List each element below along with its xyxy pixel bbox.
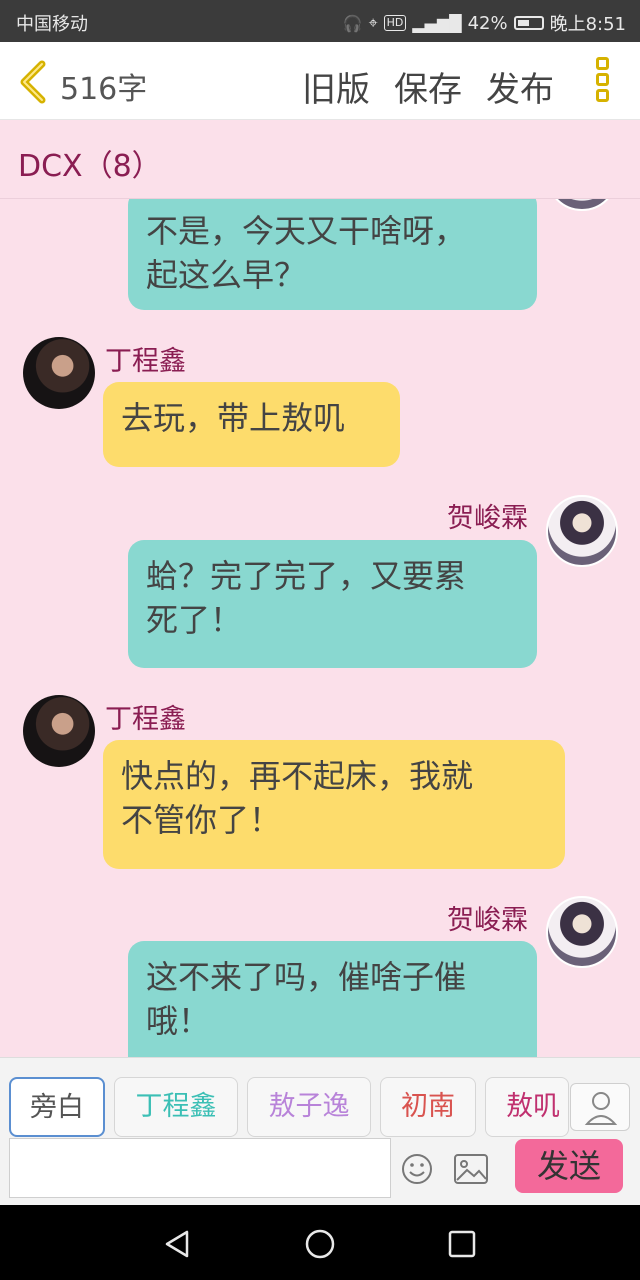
role-chip[interactable]: 丁程鑫 bbox=[114, 1077, 238, 1137]
role-chip-narration[interactable]: 旁白 bbox=[9, 1077, 105, 1137]
person-icon[interactable] bbox=[570, 1083, 630, 1131]
send-button[interactable]: 发送 bbox=[515, 1139, 623, 1193]
signal-icon: ▂▄▆█ bbox=[412, 13, 462, 33]
battery-icon bbox=[513, 16, 544, 30]
message-bubble[interactable]: 快点的，再不起床，我就 不管你了！ bbox=[103, 740, 565, 869]
status-bar: 中国移动 🎧 ⌖ HD ▂▄▆█ 42% 晚上8:51 bbox=[0, 0, 640, 42]
carrier-label: 中国移动 bbox=[16, 14, 88, 35]
role-chip[interactable]: 敖叽 bbox=[485, 1077, 569, 1137]
chapter-header[interactable]: DCX（8） bbox=[0, 121, 640, 199]
system-nav-bar bbox=[0, 1205, 640, 1280]
hd-icon: HD bbox=[383, 15, 407, 31]
nav-back-icon[interactable] bbox=[163, 1229, 193, 1259]
message-bubble[interactable]: 蛤？完了完了，又要累 死了！ bbox=[128, 540, 537, 668]
role-label: 敖子逸 bbox=[268, 1091, 350, 1122]
role-chip[interactable]: 敖子逸 bbox=[247, 1077, 371, 1137]
message-input[interactable] bbox=[9, 1138, 391, 1198]
role-label: 丁程鑫 bbox=[135, 1091, 217, 1122]
avatar[interactable] bbox=[546, 199, 618, 211]
more-menu-icon[interactable] bbox=[596, 57, 612, 105]
avatar[interactable] bbox=[546, 896, 618, 968]
headphone-icon: 🎧 bbox=[342, 13, 363, 33]
composer-toolbar: 旁白 丁程鑫 敖子逸 初南 敖叽 发送 bbox=[0, 1057, 640, 1205]
role-label: 旁白 bbox=[30, 1092, 84, 1123]
save-button[interactable]: 保存 bbox=[394, 62, 462, 111]
role-label: 初南 bbox=[401, 1091, 455, 1122]
publish-button[interactable]: 发布 bbox=[486, 62, 554, 111]
message-bubble[interactable]: 这不来了吗，催啥子催 哦！ bbox=[128, 941, 537, 1057]
image-icon[interactable] bbox=[452, 1152, 490, 1186]
back-icon[interactable] bbox=[16, 60, 50, 104]
battery-percent: 42% bbox=[467, 12, 508, 34]
clock: 晚上8:51 bbox=[549, 14, 626, 35]
nav-recents-icon[interactable] bbox=[448, 1230, 476, 1258]
status-icons: 🎧 ⌖ HD ▂▄▆█ 42% 晚上8:51 bbox=[343, 10, 626, 36]
word-count: 516字 bbox=[60, 72, 148, 107]
avatar[interactable] bbox=[23, 695, 95, 767]
speaker-name: 丁程鑫 bbox=[105, 346, 186, 377]
message-bubble[interactable]: 去玩，带上敖叽 bbox=[103, 382, 400, 467]
nav-home-icon[interactable] bbox=[304, 1228, 336, 1260]
old-version-button[interactable]: 旧版 bbox=[302, 62, 370, 111]
chapter-title: DCX（8） bbox=[18, 149, 162, 184]
message-bubble[interactable]: 不是，今天又干啥呀， 起这么早？ bbox=[128, 199, 537, 310]
chat-list[interactable]: 不是，今天又干啥呀， 起这么早？ 丁程鑫 去玩，带上敖叽 贺峻霖 蛤？完了完了，… bbox=[0, 199, 640, 1057]
role-chip[interactable]: 初南 bbox=[380, 1077, 476, 1137]
speaker-name: 丁程鑫 bbox=[105, 704, 186, 735]
emoji-icon[interactable] bbox=[400, 1152, 434, 1186]
role-label: 敖叽 bbox=[506, 1091, 560, 1122]
avatar[interactable] bbox=[23, 337, 95, 409]
editor-top-bar: 516字 旧版 保存 发布 bbox=[0, 42, 640, 120]
location-icon: ⌖ bbox=[368, 13, 378, 32]
speaker-name: 贺峻霖 bbox=[447, 905, 528, 936]
speaker-name: 贺峻霖 bbox=[447, 503, 528, 534]
avatar[interactable] bbox=[546, 495, 618, 567]
